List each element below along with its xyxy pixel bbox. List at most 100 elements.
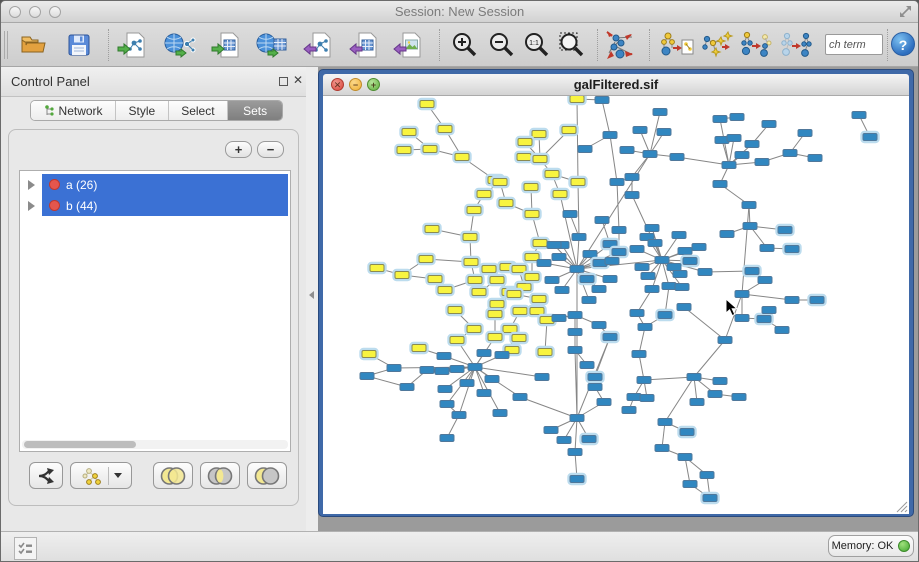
horizontal-scrollbar[interactable] (22, 440, 288, 449)
import-network-file-button[interactable] (114, 28, 150, 62)
graph-node[interactable] (755, 159, 769, 166)
graph-node[interactable] (552, 315, 566, 322)
graph-node[interactable] (703, 495, 717, 502)
network-frame[interactable]: ✕ − + galFiltered.sif (318, 69, 914, 517)
graph-node[interactable] (742, 202, 756, 209)
graph-node[interactable] (397, 147, 411, 154)
graph-node[interactable] (610, 179, 624, 186)
graph-node[interactable] (437, 353, 451, 360)
zoom-fit-button[interactable]: 1:1 (519, 28, 555, 62)
graph-node[interactable] (499, 200, 513, 207)
select-first-neighbors-button[interactable] (699, 28, 735, 62)
tab-select[interactable]: Select (169, 101, 229, 120)
graph-node[interactable] (775, 327, 789, 334)
graph-node[interactable] (713, 378, 727, 385)
graph-node[interactable] (518, 139, 532, 146)
tab-sets[interactable]: Sets (228, 101, 282, 120)
graph-node[interactable] (658, 312, 672, 319)
graph-node[interactable] (538, 349, 552, 356)
graph-node[interactable] (657, 129, 671, 136)
list-item-set-a[interactable]: a (26) (20, 174, 290, 195)
graph-node[interactable] (571, 179, 585, 186)
graph-node[interactable] (562, 127, 576, 134)
graph-node[interactable] (537, 260, 551, 267)
graph-node[interactable] (735, 152, 749, 159)
graph-node[interactable] (580, 276, 594, 283)
graph-node[interactable] (582, 297, 596, 304)
search-input[interactable] (825, 34, 883, 55)
graph-node[interactable] (583, 251, 597, 258)
collapse-arrow-icon[interactable] (309, 291, 314, 299)
new-network-selected-nodes-button[interactable] (738, 28, 774, 62)
graph-node[interactable] (360, 373, 374, 380)
graph-node[interactable] (678, 248, 692, 255)
graph-node[interactable] (513, 394, 527, 401)
graph-node[interactable] (612, 227, 626, 234)
graph-node[interactable] (525, 254, 539, 261)
new-network-all-edges-button[interactable] (778, 28, 814, 62)
graph-node[interactable] (513, 308, 527, 315)
graph-node[interactable] (557, 437, 571, 444)
graph-node[interactable] (625, 192, 639, 199)
graph-node[interactable] (362, 351, 376, 358)
graph-node[interactable] (582, 436, 596, 443)
graph-node[interactable] (622, 407, 636, 414)
graph-node[interactable] (667, 264, 681, 271)
graph-node[interactable] (655, 445, 669, 452)
graph-node[interactable] (468, 277, 482, 284)
graph-node[interactable] (450, 337, 464, 344)
graph-node[interactable] (535, 374, 549, 381)
apply-layout-button[interactable] (601, 28, 637, 62)
graph-node[interactable] (648, 240, 662, 247)
graph-node[interactable] (400, 384, 414, 391)
graph-node[interactable] (643, 151, 657, 158)
graph-node[interactable] (595, 97, 609, 104)
graph-node[interactable] (612, 249, 626, 256)
graph-node[interactable] (387, 365, 401, 372)
graph-node[interactable] (708, 391, 722, 398)
graph-node[interactable] (490, 277, 504, 284)
zoom-in-button[interactable] (447, 28, 483, 62)
graph-node[interactable] (757, 316, 771, 323)
tab-style[interactable]: Style (116, 101, 169, 120)
graph-node[interactable] (730, 114, 744, 121)
graph-node[interactable] (440, 401, 454, 408)
graph-node[interactable] (420, 101, 434, 108)
task-history-button[interactable] (14, 537, 37, 560)
graph-node[interactable] (572, 234, 586, 241)
graph-node[interactable] (512, 266, 526, 273)
graph-node[interactable] (463, 234, 477, 241)
graph-node[interactable] (713, 116, 727, 123)
graph-node[interactable] (635, 264, 649, 271)
graph-node[interactable] (419, 256, 433, 263)
graph-node[interactable] (762, 307, 776, 314)
graph-node[interactable] (743, 223, 757, 230)
graph-node[interactable] (677, 304, 691, 311)
split-set-button[interactable] (29, 462, 63, 489)
help-button[interactable]: ? (891, 32, 915, 56)
graph-node[interactable] (495, 352, 509, 359)
graph-node[interactable] (488, 311, 502, 318)
remove-set-button[interactable]: − (257, 141, 284, 158)
graph-node[interactable] (732, 394, 746, 401)
graph-node[interactable] (450, 366, 464, 373)
graph-node[interactable] (783, 150, 797, 157)
graph-node[interactable] (620, 147, 634, 154)
graph-node[interactable] (468, 364, 482, 371)
graph-node[interactable] (603, 276, 617, 283)
graph-node[interactable] (568, 449, 582, 456)
graph-node[interactable] (532, 131, 546, 138)
graph-node[interactable] (640, 395, 654, 402)
graph-node[interactable] (435, 368, 449, 375)
graph-node[interactable] (758, 277, 772, 284)
graph-node[interactable] (570, 476, 584, 483)
graph-node[interactable] (678, 454, 692, 461)
graph-node[interactable] (402, 129, 416, 136)
graph-node[interactable] (507, 291, 521, 298)
import-table-web-button[interactable] (254, 28, 290, 62)
graph-node[interactable] (672, 232, 686, 239)
network-canvas[interactable] (323, 96, 909, 514)
graph-node[interactable] (488, 334, 502, 341)
graph-node[interactable] (638, 324, 652, 331)
graph-node[interactable] (692, 244, 706, 251)
